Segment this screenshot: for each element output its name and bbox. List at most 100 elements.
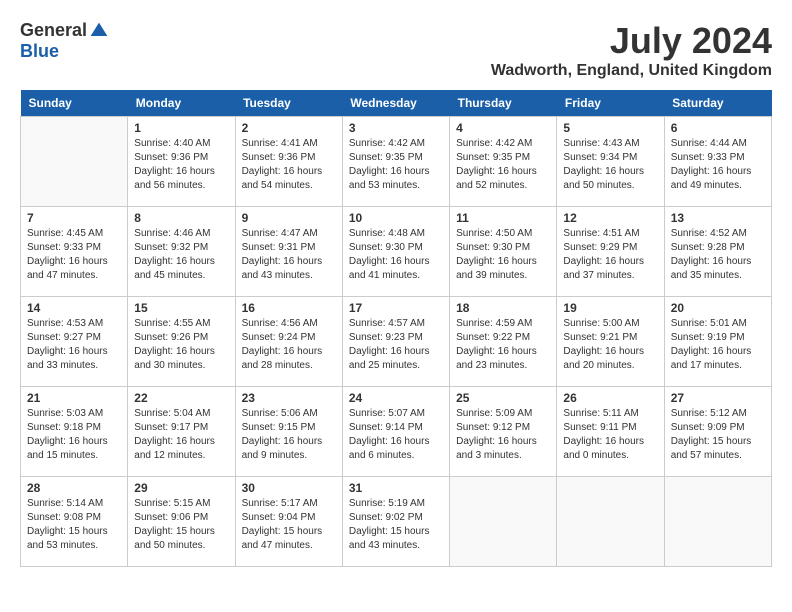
- calendar-cell: 9 Sunrise: 4:47 AM Sunset: 9:31 PM Daylig…: [235, 207, 342, 297]
- calendar-cell: 17 Sunrise: 4:57 AM Sunset: 9:23 PM Dayli…: [342, 297, 449, 387]
- page-header: General Blue July 2024 Wadworth, England…: [20, 20, 772, 80]
- weekday-header-row: SundayMondayTuesdayWednesdayThursdayFrid…: [21, 90, 772, 117]
- month-title: July 2024: [491, 20, 772, 62]
- calendar-cell: 21 Sunrise: 5:03 AM Sunset: 9:18 PM Dayli…: [21, 387, 128, 477]
- calendar-cell: 8 Sunrise: 4:46 AM Sunset: 9:32 PM Daylig…: [128, 207, 235, 297]
- title-block: July 2024 Wadworth, England, United King…: [491, 20, 772, 80]
- day-info: Sunrise: 5:03 AM Sunset: 9:18 PM Dayligh…: [27, 407, 121, 463]
- calendar-cell: 13Sunrise: 4:52 AM Sunset: 9:28 PM Dayli…: [664, 207, 771, 297]
- logo-icon: [89, 21, 109, 41]
- day-info: Sunrise: 5:19 AM Sunset: 9:02 PM Dayligh…: [349, 497, 443, 553]
- day-info: Sunrise: 4:42 AM Sunset: 9:35 PM Dayligh…: [456, 137, 550, 193]
- day-number: 31: [349, 481, 443, 495]
- calendar-cell: 30 Sunrise: 5:17 AM Sunset: 9:04 PM Dayli…: [235, 477, 342, 567]
- logo-blue-text: Blue: [20, 41, 59, 62]
- week-row-1: 1 Sunrise: 4:40 AM Sunset: 9:36 PM Daylig…: [21, 117, 772, 207]
- calendar-cell: 22 Sunrise: 5:04 AM Sunset: 9:17 PM Dayli…: [128, 387, 235, 477]
- day-number: 24: [349, 391, 443, 405]
- day-info: Sunrise: 4:57 AM Sunset: 9:23 PM Dayligh…: [349, 317, 443, 373]
- calendar-cell: 4 Sunrise: 4:42 AM Sunset: 9:35 PM Daylig…: [450, 117, 557, 207]
- day-info: Sunrise: 5:06 AM Sunset: 9:15 PM Dayligh…: [242, 407, 336, 463]
- day-number: 30: [242, 481, 336, 495]
- day-info: Sunrise: 5:17 AM Sunset: 9:04 PM Dayligh…: [242, 497, 336, 553]
- day-info: Sunrise: 4:47 AM Sunset: 9:31 PM Dayligh…: [242, 227, 336, 283]
- calendar-cell: 27 Sunrise: 5:12 AM Sunset: 9:09 PM Dayli…: [664, 387, 771, 477]
- calendar-cell: 3Sunrise: 4:42 AM Sunset: 9:35 PM Daylig…: [342, 117, 449, 207]
- week-row-4: 21 Sunrise: 5:03 AM Sunset: 9:18 PM Dayli…: [21, 387, 772, 477]
- calendar-cell: 25 Sunrise: 5:09 AM Sunset: 9:12 PM Dayli…: [450, 387, 557, 477]
- day-number: 22: [134, 391, 228, 405]
- day-number: 8: [134, 211, 228, 225]
- day-info: Sunrise: 4:40 AM Sunset: 9:36 PM Dayligh…: [134, 137, 228, 193]
- day-info: Sunrise: 5:07 AM Sunset: 9:14 PM Dayligh…: [349, 407, 443, 463]
- day-info: Sunrise: 4:46 AM Sunset: 9:32 PM Dayligh…: [134, 227, 228, 283]
- day-info: Sunrise: 5:15 AM Sunset: 9:06 PM Dayligh…: [134, 497, 228, 553]
- day-number: 27: [671, 391, 765, 405]
- day-number: 11: [456, 211, 550, 225]
- day-number: 4: [456, 121, 550, 135]
- day-number: 9: [242, 211, 336, 225]
- weekday-header-saturday: Saturday: [664, 90, 771, 117]
- day-number: 2: [242, 121, 336, 135]
- day-info: Sunrise: 4:50 AM Sunset: 9:30 PM Dayligh…: [456, 227, 550, 283]
- day-info: Sunrise: 4:48 AM Sunset: 9:30 PM Dayligh…: [349, 227, 443, 283]
- week-row-3: 14 Sunrise: 4:53 AM Sunset: 9:27 PM Dayli…: [21, 297, 772, 387]
- calendar-cell: [557, 477, 664, 567]
- logo-general-text: General: [20, 20, 87, 41]
- day-number: 19: [563, 301, 657, 315]
- weekday-header-monday: Monday: [128, 90, 235, 117]
- day-number: 20: [671, 301, 765, 315]
- calendar-cell: 26 Sunrise: 5:11 AM Sunset: 9:11 PM Dayli…: [557, 387, 664, 477]
- calendar-cell: 24 Sunrise: 5:07 AM Sunset: 9:14 PM Dayli…: [342, 387, 449, 477]
- day-info: Sunrise: 4:59 AM Sunset: 9:22 PM Dayligh…: [456, 317, 550, 373]
- calendar-cell: 28 Sunrise: 5:14 AM Sunset: 9:08 PM Dayli…: [21, 477, 128, 567]
- calendar-cell: [664, 477, 771, 567]
- day-number: 23: [242, 391, 336, 405]
- calendar-cell: 29Sunrise: 5:15 AM Sunset: 9:06 PM Dayli…: [128, 477, 235, 567]
- day-info: Sunrise: 5:12 AM Sunset: 9:09 PM Dayligh…: [671, 407, 765, 463]
- day-info: Sunrise: 5:11 AM Sunset: 9:11 PM Dayligh…: [563, 407, 657, 463]
- day-number: 10: [349, 211, 443, 225]
- day-number: 21: [27, 391, 121, 405]
- logo: General Blue: [20, 20, 109, 62]
- day-number: 28: [27, 481, 121, 495]
- day-info: Sunrise: 5:01 AM Sunset: 9:19 PM Dayligh…: [671, 317, 765, 373]
- day-info: Sunrise: 4:56 AM Sunset: 9:24 PM Dayligh…: [242, 317, 336, 373]
- day-info: Sunrise: 4:51 AM Sunset: 9:29 PM Dayligh…: [563, 227, 657, 283]
- day-number: 15: [134, 301, 228, 315]
- calendar-cell: 1 Sunrise: 4:40 AM Sunset: 9:36 PM Daylig…: [128, 117, 235, 207]
- day-number: 26: [563, 391, 657, 405]
- day-number: 18: [456, 301, 550, 315]
- weekday-header-tuesday: Tuesday: [235, 90, 342, 117]
- day-number: 6: [671, 121, 765, 135]
- weekday-header-friday: Friday: [557, 90, 664, 117]
- day-info: Sunrise: 5:04 AM Sunset: 9:17 PM Dayligh…: [134, 407, 228, 463]
- day-number: 5: [563, 121, 657, 135]
- day-number: 14: [27, 301, 121, 315]
- day-info: Sunrise: 5:09 AM Sunset: 9:12 PM Dayligh…: [456, 407, 550, 463]
- day-info: Sunrise: 4:55 AM Sunset: 9:26 PM Dayligh…: [134, 317, 228, 373]
- day-number: 25: [456, 391, 550, 405]
- calendar-cell: 12 Sunrise: 4:51 AM Sunset: 9:29 PM Dayli…: [557, 207, 664, 297]
- location-title: Wadworth, England, United Kingdom: [491, 62, 772, 80]
- calendar-cell: 11 Sunrise: 4:50 AM Sunset: 9:30 PM Dayli…: [450, 207, 557, 297]
- weekday-header-thursday: Thursday: [450, 90, 557, 117]
- day-info: Sunrise: 5:14 AM Sunset: 9:08 PM Dayligh…: [27, 497, 121, 553]
- calendar-cell: 16Sunrise: 4:56 AM Sunset: 9:24 PM Dayli…: [235, 297, 342, 387]
- day-number: 7: [27, 211, 121, 225]
- week-row-5: 28 Sunrise: 5:14 AM Sunset: 9:08 PM Dayli…: [21, 477, 772, 567]
- calendar-cell: 15 Sunrise: 4:55 AM Sunset: 9:26 PM Dayli…: [128, 297, 235, 387]
- calendar-table: SundayMondayTuesdayWednesdayThursdayFrid…: [20, 90, 772, 567]
- day-number: 1: [134, 121, 228, 135]
- calendar-cell: 18 Sunrise: 4:59 AM Sunset: 9:22 PM Dayli…: [450, 297, 557, 387]
- day-info: Sunrise: 4:41 AM Sunset: 9:36 PM Dayligh…: [242, 137, 336, 193]
- day-number: 17: [349, 301, 443, 315]
- calendar-cell: 19 Sunrise: 5:00 AM Sunset: 9:21 PM Dayli…: [557, 297, 664, 387]
- day-info: Sunrise: 4:53 AM Sunset: 9:27 PM Dayligh…: [27, 317, 121, 373]
- calendar-cell: [450, 477, 557, 567]
- day-number: 12: [563, 211, 657, 225]
- week-row-2: 7Sunrise: 4:45 AM Sunset: 9:33 PM Daylig…: [21, 207, 772, 297]
- day-info: Sunrise: 4:52 AM Sunset: 9:28 PM Dayligh…: [671, 227, 765, 283]
- day-info: Sunrise: 5:00 AM Sunset: 9:21 PM Dayligh…: [563, 317, 657, 373]
- calendar-cell: [21, 117, 128, 207]
